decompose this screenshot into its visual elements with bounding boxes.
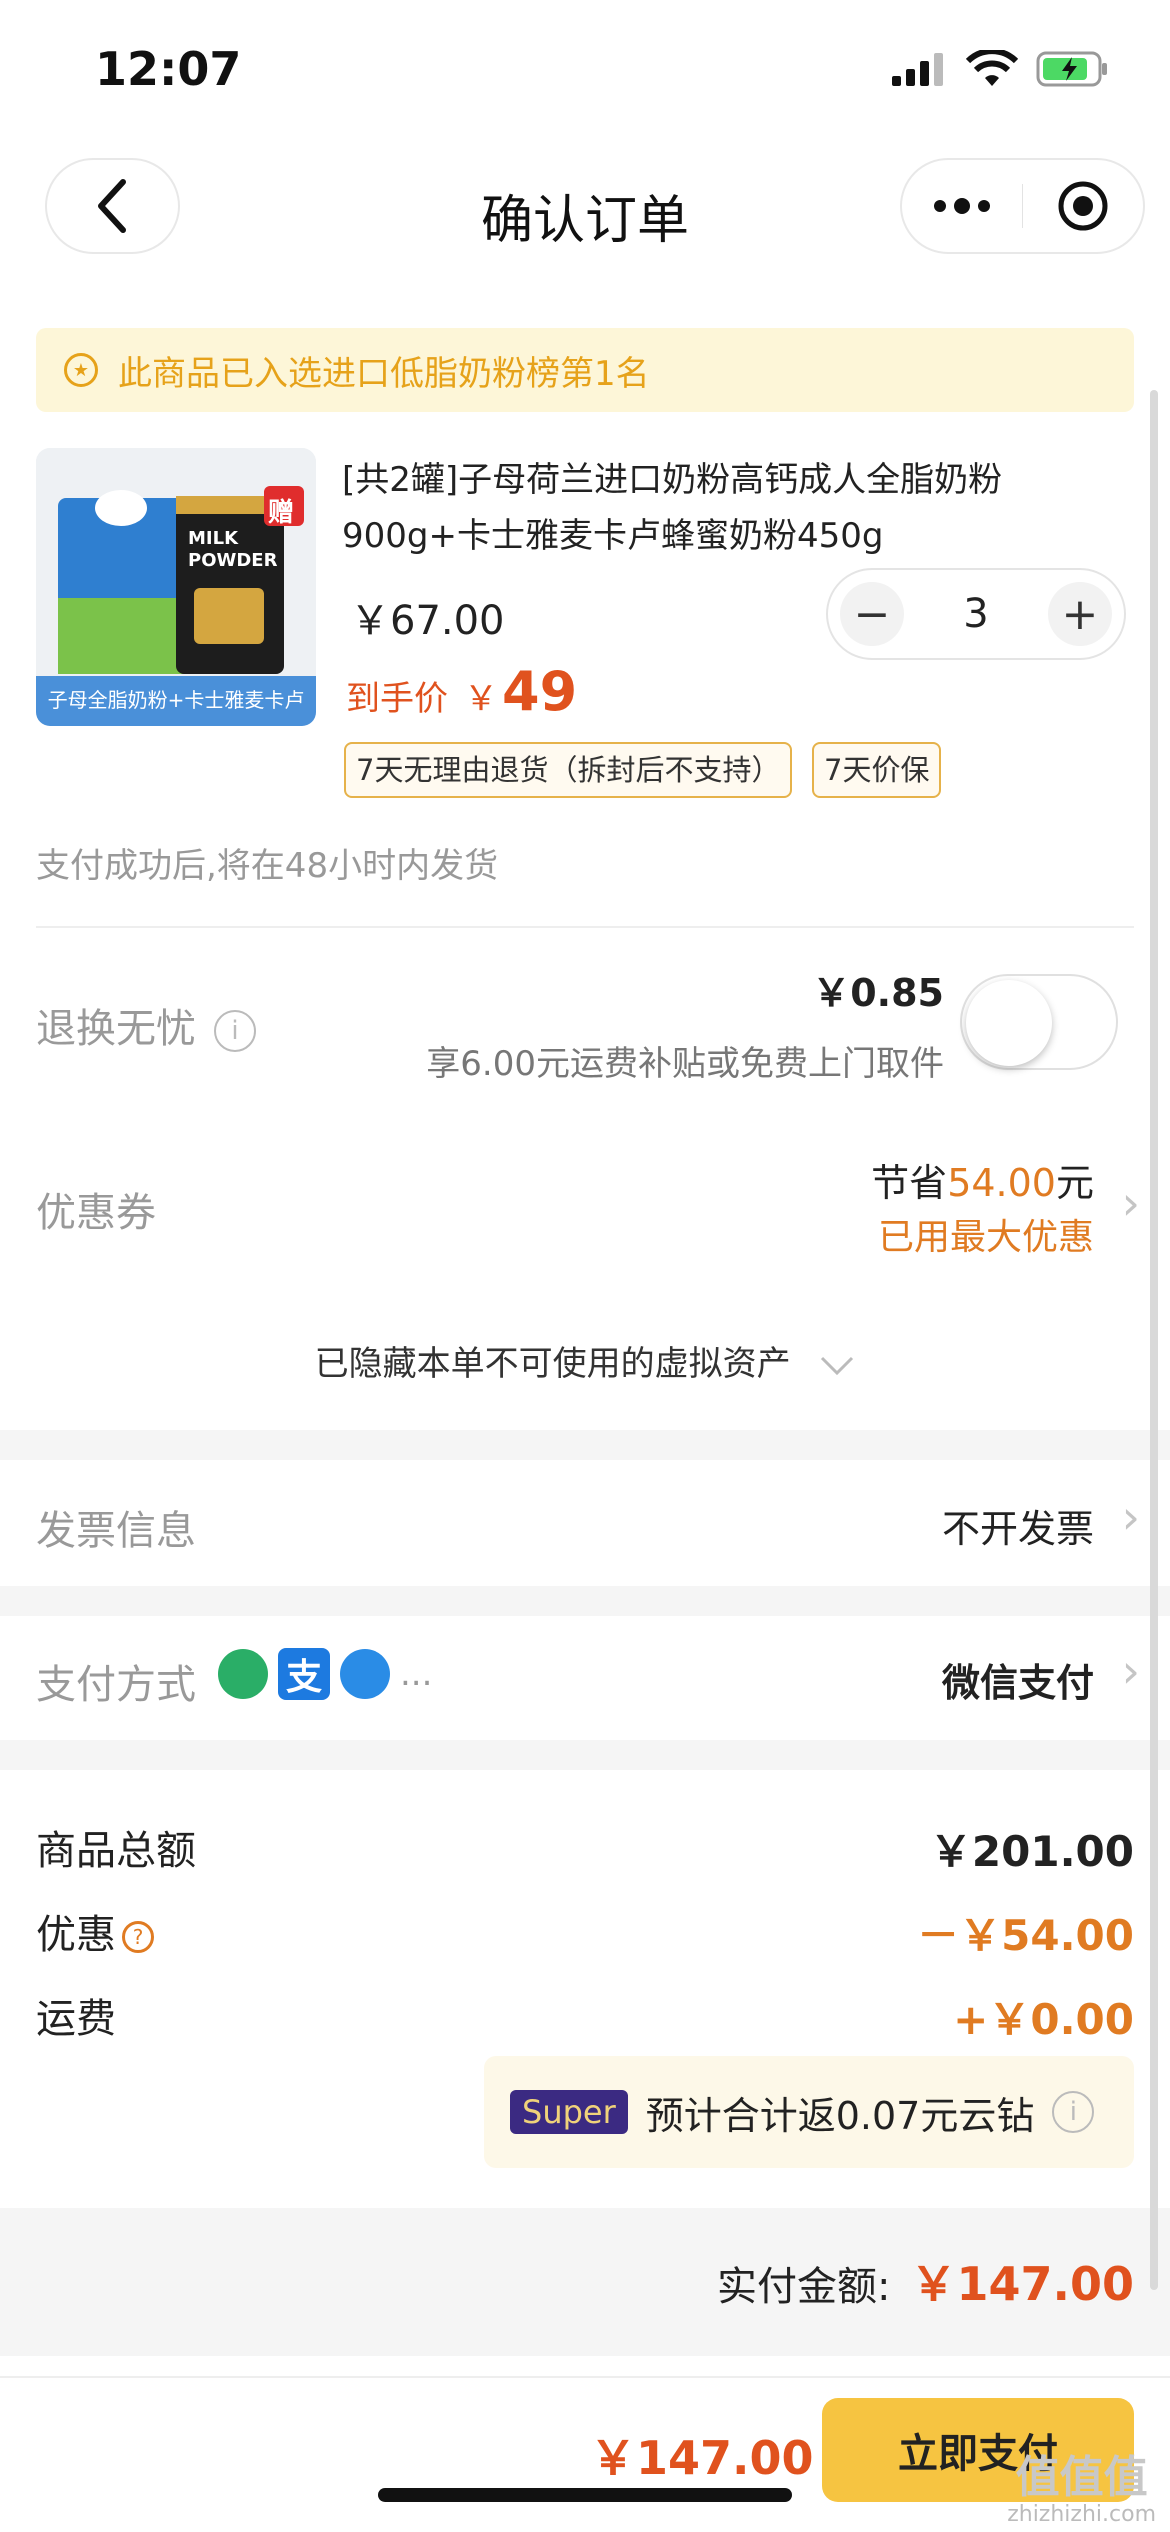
info-icon[interactable]: i bbox=[1052, 2091, 1095, 2133]
payment-icons: 支 ... bbox=[218, 1648, 432, 1700]
help-icon[interactable]: ? bbox=[122, 1921, 154, 1953]
alipay-icon: 支 bbox=[278, 1648, 330, 1700]
quantity-value[interactable]: 3 bbox=[963, 591, 988, 637]
product-title[interactable]: [共2罐]子母荷兰进口奶粉高钙成人全脂奶粉900g+卡士雅麦卡卢蜂蜜奶粉450g bbox=[342, 452, 1142, 564]
super-rebate-box: Super 预计合计返0.07元云钻 i bbox=[484, 2056, 1134, 2168]
bottom-total: ￥147.00 bbox=[590, 2431, 814, 2485]
invoice-label: 发票信息 bbox=[36, 1508, 196, 1554]
status-icons bbox=[892, 50, 1110, 88]
final-price-label: 到手价 bbox=[346, 679, 448, 719]
nav-bar: 确认订单 bbox=[0, 150, 1170, 270]
pay-total-label: 实付金额: bbox=[717, 2264, 891, 2310]
coupon-best-note: 已用最大优惠 bbox=[877, 1217, 1094, 1258]
milk-powder-label: MILK POWDER bbox=[188, 528, 278, 571]
section-gap bbox=[0, 1430, 1170, 1460]
coupon-save-prefix: 节省 bbox=[871, 1161, 948, 1205]
return-policy-tag[interactable]: 7天无理由退货（拆封后不支持） bbox=[344, 742, 793, 798]
freight-label: 运费 bbox=[36, 1996, 116, 2042]
watermark-site: zhizhizhi.com bbox=[1007, 2502, 1156, 2527]
goods-total-label: 商品总额 bbox=[36, 1828, 196, 1874]
info-icon[interactable]: i bbox=[214, 1010, 256, 1052]
final-price-value: 49 bbox=[502, 660, 578, 723]
chevron-right-icon[interactable]: › bbox=[1122, 1490, 1140, 1544]
pay-total: 实付金额: ￥147.00 bbox=[717, 2248, 1134, 2314]
super-badge: Super bbox=[510, 2090, 628, 2134]
signal-icon bbox=[892, 53, 943, 86]
shipping-note: 支付成功后,将在48小时内发货 bbox=[36, 846, 499, 886]
section-gap bbox=[0, 1740, 1170, 1770]
star-icon: ★ bbox=[64, 353, 98, 387]
return-worry-price: ￥0.85 bbox=[812, 971, 944, 1015]
final-price-currency: ￥ bbox=[464, 679, 498, 719]
close-miniprogram-button[interactable] bbox=[1023, 160, 1143, 252]
hidden-assets-toggle[interactable]: 已隐藏本单不可使用的虚拟资产 bbox=[0, 1336, 1170, 1385]
wifi-icon bbox=[966, 50, 1018, 86]
return-worry-toggle[interactable] bbox=[960, 974, 1118, 1070]
return-worry-text: 退换无忧 bbox=[36, 1006, 196, 1052]
section-divider bbox=[36, 926, 1134, 928]
cloud-pay-icon bbox=[340, 1649, 390, 1699]
return-worry-label: 退换无忧 i bbox=[36, 996, 256, 1054]
battery-icon bbox=[1036, 51, 1107, 87]
discount-value: －￥54.00 bbox=[917, 1911, 1134, 1960]
watermark: 值值值 zhizhizhi.com bbox=[1007, 2452, 1156, 2526]
increase-button[interactable]: + bbox=[1047, 582, 1112, 646]
more-payment-dots: ... bbox=[400, 1654, 433, 1694]
target-icon bbox=[1058, 181, 1108, 231]
decrease-button[interactable]: − bbox=[840, 582, 904, 646]
quantity-stepper: − 3 + bbox=[826, 568, 1126, 660]
chevron-right-icon[interactable]: › bbox=[1122, 1644, 1140, 1698]
mini-program-capsule bbox=[900, 158, 1145, 254]
watermark-logo: 值值值 bbox=[1015, 2452, 1148, 2503]
discount-label: 优惠? bbox=[36, 1902, 154, 1960]
gift-badge: 赠 bbox=[268, 498, 295, 528]
ranking-banner[interactable]: ★ 此商品已入选进口低脂奶粉榜第1名 bbox=[36, 328, 1134, 412]
more-dots-icon bbox=[933, 198, 990, 214]
final-price: 到手价 ￥ 49 bbox=[346, 660, 577, 723]
discount-label-text: 优惠 bbox=[36, 1912, 116, 1958]
pay-total-value: ￥147.00 bbox=[910, 2257, 1134, 2311]
coupon-save-amount: 54.00 bbox=[947, 1161, 1056, 1205]
chevron-down-icon bbox=[821, 1356, 854, 1375]
coupon-label: 优惠券 bbox=[36, 1190, 156, 1236]
product-image[interactable]: 赠 MILK POWDER 子母全脂奶粉+卡士雅麦卡卢 bbox=[36, 448, 316, 726]
payment-value[interactable]: 微信支付 bbox=[942, 1652, 1094, 1707]
status-time: 12:07 bbox=[95, 42, 242, 96]
chevron-right-icon[interactable]: › bbox=[1122, 1176, 1140, 1230]
banner-text: 此商品已入选进口低脂奶粉榜第1名 bbox=[118, 353, 650, 394]
unit-price: ￥67.00 bbox=[350, 598, 505, 644]
freight-value: +￥0.00 bbox=[953, 1995, 1134, 2044]
toggle-knob bbox=[966, 980, 1052, 1066]
payment-label: 支付方式 bbox=[36, 1662, 196, 1708]
goods-total-value: ￥201.00 bbox=[929, 1827, 1134, 1876]
scrollbar[interactable] bbox=[1150, 390, 1158, 2290]
wechat-pay-icon bbox=[218, 1649, 268, 1699]
invoice-value[interactable]: 不开发票 bbox=[942, 1498, 1094, 1553]
pay-total-bar: 实付金额: ￥147.00 bbox=[0, 2208, 1170, 2356]
bottom-action-bar: ￥147.00 立即支付 bbox=[0, 2376, 1170, 2532]
return-worry-desc: 享6.00元运费补贴或免费上门取件 bbox=[426, 1044, 944, 1084]
home-indicator[interactable] bbox=[378, 2488, 792, 2502]
hidden-assets-text: 已隐藏本单不可使用的虚拟资产 bbox=[314, 1344, 791, 1384]
coupon-save-suffix: 元 bbox=[1055, 1161, 1094, 1205]
super-rebate-text: 预计合计返0.07元云钻 bbox=[645, 2093, 1035, 2138]
more-button[interactable] bbox=[902, 160, 1022, 252]
price-protection-tag[interactable]: 7天价保 bbox=[812, 742, 942, 798]
status-bar: 12:07 bbox=[0, 0, 1170, 140]
section-gap bbox=[0, 1586, 1170, 1616]
product-image-caption: 子母全脂奶粉+卡士雅麦卡卢 bbox=[47, 688, 305, 712]
coupon-savings[interactable]: 节省54.00元 bbox=[871, 1152, 1094, 1207]
